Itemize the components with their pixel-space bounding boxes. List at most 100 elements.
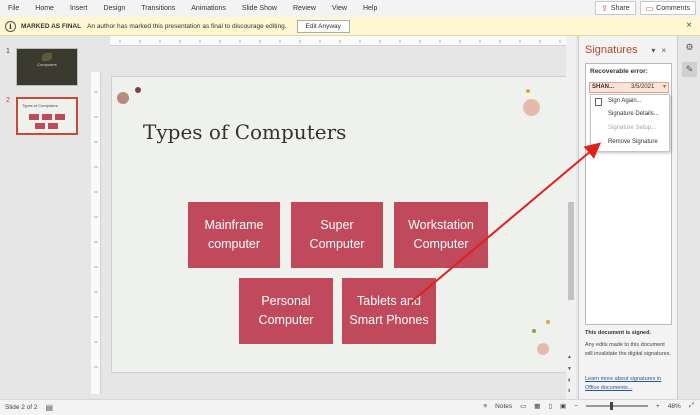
- zoom-knob[interactable]: [609, 402, 613, 410]
- toolbar-right: ⇪ Share ▭ Comments: [595, 1, 696, 15]
- menu-slide-show[interactable]: Slide Show: [234, 0, 285, 17]
- zoom-out-icon[interactable]: −: [574, 403, 578, 410]
- spellcheck-icon[interactable]: ▤: [46, 403, 54, 412]
- learn-more-link[interactable]: Learn more about signatures in Office do…: [585, 375, 675, 392]
- menu-animations[interactable]: Animations: [183, 0, 234, 17]
- scroll-down-icon[interactable]: ▼: [567, 366, 572, 372]
- notes-icon[interactable]: ≡: [483, 403, 487, 410]
- zoom-slider[interactable]: [585, 402, 648, 410]
- vertical-scrollbar[interactable]: ▲ ▼ ⇞ ⇟: [566, 36, 576, 399]
- thumb-title-1: Computers: [37, 62, 57, 67]
- menu-transitions[interactable]: Transitions: [133, 0, 183, 17]
- pane-controls: ▾×: [651, 46, 672, 55]
- signature-context-menu: Sign Again... Signature Details... Signa…: [590, 94, 670, 152]
- slide-thumbnail-1[interactable]: Computers: [16, 48, 78, 86]
- scroll-up-icon[interactable]: ▲: [567, 354, 572, 360]
- box-workstation[interactable]: Workstation Computer: [394, 202, 488, 268]
- slide-thumbnails: 1 Computers 2 Types of Computers: [0, 36, 88, 399]
- decor-dot: [526, 89, 530, 93]
- signature-date: 3/5/2021: [631, 84, 655, 90]
- signatures-pane: Signatures ▾× Recoverable error: SHAN...…: [578, 36, 677, 399]
- close-icon[interactable]: ×: [661, 46, 672, 55]
- right-strip: ⚙ ✎: [677, 36, 700, 399]
- box-mainframe[interactable]: Mainframe computer: [188, 202, 280, 268]
- marked-final-label: MARKED AS FINAL: [21, 22, 82, 30]
- thumb-box: [29, 114, 39, 120]
- slide-editor: Types of Computers Mainframe computer Su…: [88, 36, 578, 399]
- normal-view-icon[interactable]: ▭: [520, 402, 526, 410]
- gear-icon[interactable]: ⚙: [682, 40, 697, 55]
- comments-button[interactable]: ▭ Comments: [639, 1, 696, 15]
- slide-thumbnail-2[interactable]: Types of Computers: [16, 97, 78, 135]
- menu-remove-signature[interactable]: Remove Signature: [608, 139, 658, 145]
- menu-sign-again[interactable]: Sign Again...: [608, 98, 642, 104]
- signature-list: Recoverable error: SHAN... 3/5/2021 ▾ Si…: [585, 63, 672, 325]
- ruler-ticks: [119, 40, 561, 43]
- chevron-down-icon[interactable]: ▾: [651, 46, 661, 55]
- menu-signature-details[interactable]: Signature Details...: [608, 111, 659, 117]
- decor-dot: [546, 320, 550, 324]
- comment-icon: ▭: [645, 3, 654, 13]
- info-icon: i: [5, 20, 16, 32]
- box-super[interactable]: Super Computer: [291, 202, 383, 268]
- decor-dot: [117, 92, 129, 104]
- zoom-level[interactable]: 48%: [668, 403, 681, 410]
- menu-insert[interactable]: Insert: [62, 0, 96, 17]
- menu-view[interactable]: View: [324, 0, 355, 17]
- decor-dot: [523, 99, 540, 116]
- decor-dot: [135, 87, 141, 93]
- horizontal-ruler: [110, 36, 576, 46]
- signature-entry[interactable]: SHAN... 3/5/2021 ▾: [589, 82, 669, 93]
- share-button[interactable]: ⇪ Share: [595, 1, 636, 15]
- menu-help[interactable]: Help: [355, 0, 385, 17]
- document-icon: [595, 98, 602, 106]
- decor-dot: [532, 329, 536, 333]
- menu-signature-setup: Signature Setup...: [608, 125, 657, 131]
- fit-slide-icon[interactable]: ⤢: [689, 402, 694, 410]
- box-personal[interactable]: Personal Computer: [239, 278, 333, 344]
- signature-name: SHAN...: [592, 84, 615, 90]
- thumb-box: [35, 123, 45, 129]
- slide-title[interactable]: Types of Computers: [143, 120, 346, 144]
- menu-home[interactable]: Home: [27, 0, 62, 17]
- leaf-decoration: [42, 53, 52, 61]
- next-slide-icon[interactable]: ⇟: [567, 388, 571, 394]
- status-bar: Slide 2 of 2 ▤ ≡ Notes ▭ ▦ ▯ ▣ − + 48% ⤢: [0, 399, 700, 415]
- thumb-number-2: 2: [6, 97, 10, 104]
- signatures-title: Signatures: [585, 44, 638, 56]
- share-icon: ⇪: [601, 3, 608, 13]
- thumb-box: [42, 114, 52, 120]
- slide-number: Slide 2 of 2: [5, 404, 38, 411]
- box-tablets[interactable]: Tablets and Smart Phones: [342, 278, 436, 344]
- slide-canvas[interactable]: Types of Computers Mainframe computer Su…: [111, 76, 569, 373]
- notes-button[interactable]: Notes: [495, 403, 512, 410]
- slide-sorter-icon[interactable]: ▦: [534, 402, 540, 410]
- vruler-ticks: [94, 91, 98, 368]
- menu-design[interactable]: Design: [95, 0, 133, 17]
- menu-file[interactable]: File: [0, 0, 27, 17]
- reading-view-icon[interactable]: ▯: [548, 402, 552, 410]
- thumb-title-2: Types of Computers: [22, 103, 58, 108]
- signature-icon[interactable]: ✎: [682, 62, 697, 77]
- signed-heading: This document is signed.: [585, 330, 652, 336]
- marked-final-message: An author has marked this presentation a…: [87, 22, 287, 30]
- scroll-thumb[interactable]: [568, 202, 574, 300]
- vertical-ruler: [91, 72, 101, 394]
- close-icon[interactable]: ×: [686, 20, 692, 31]
- marked-final-bar: i MARKED AS FINAL An author has marked t…: [0, 17, 700, 36]
- thumb-box: [55, 114, 65, 120]
- slideshow-icon[interactable]: ▣: [560, 402, 566, 410]
- chevron-down-icon[interactable]: ▾: [663, 83, 666, 90]
- prev-slide-icon[interactable]: ⇞: [567, 378, 571, 384]
- edit-anyway-button[interactable]: Edit Anyway: [296, 19, 350, 33]
- share-label: Share: [610, 4, 630, 12]
- comments-label: Comments: [656, 4, 690, 12]
- thumb-box: [48, 123, 58, 129]
- signed-description: Any edits made to this document will inv…: [585, 342, 671, 357]
- zoom-in-icon[interactable]: +: [656, 403, 660, 410]
- menu-bar: File Home Insert Design Transitions Anim…: [0, 0, 700, 17]
- menu-review[interactable]: Review: [285, 0, 324, 17]
- decor-dot: [537, 343, 549, 355]
- status-right: ≡ Notes ▭ ▦ ▯ ▣ − + 48% ⤢: [483, 402, 694, 410]
- recoverable-error-label: Recoverable error:: [590, 68, 648, 75]
